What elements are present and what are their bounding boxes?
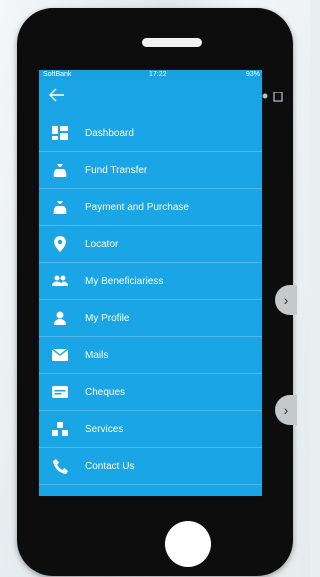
navigation-drawer: Dashboard Fund Transfer Payment and Purc… (39, 80, 262, 496)
app-header-icons[interactable] (262, 91, 284, 105)
phone-screen: SoftBank 17:22 93% Dashboard Fund Transf… (39, 70, 262, 496)
menu-item-label: Services (85, 423, 124, 435)
menu-item-dashboard[interactable]: Dashboard (39, 115, 262, 152)
menu-item-label: Dashboard (85, 127, 134, 139)
status-time: 17:22 (149, 71, 167, 78)
dashboard-icon (52, 125, 68, 141)
menu-item-fund-transfer[interactable]: Fund Transfer (39, 152, 262, 189)
cheque-icon (52, 384, 68, 400)
back-arrow-icon[interactable] (49, 88, 69, 104)
location-pin-icon (52, 236, 68, 252)
mail-icon (52, 347, 68, 363)
menu-item-locator[interactable]: Locator (39, 226, 262, 263)
menu-item-beneficiaries[interactable]: My Beneficiariess (39, 263, 262, 300)
phone-icon (52, 458, 68, 474)
menu-item-contact-us[interactable]: Contact Us (39, 448, 262, 485)
person-icon (52, 310, 68, 326)
menu-item-services[interactable]: Services (39, 411, 262, 448)
menu-item-cheques[interactable]: Cheques (39, 374, 262, 411)
drawer-menu: Dashboard Fund Transfer Payment and Purc… (39, 115, 262, 485)
menu-item-profile[interactable]: My Profile (39, 300, 262, 337)
services-icon (52, 421, 68, 437)
people-icon (52, 273, 68, 289)
menu-item-label: Fund Transfer (85, 164, 148, 176)
menu-item-label: Cheques (85, 386, 126, 398)
speaker-slot (142, 38, 202, 47)
menu-item-payment-purchase[interactable]: Payment and Purchase (39, 189, 262, 226)
money-bag-icon (52, 162, 68, 178)
menu-item-label: My Profile (85, 312, 130, 324)
menu-item-label: Locator (85, 238, 119, 250)
home-button[interactable] (165, 521, 211, 567)
money-bag-icon (52, 199, 68, 215)
menu-item-mails[interactable]: Mails (39, 337, 262, 374)
menu-item-label: Mails (85, 349, 109, 361)
status-bar: SoftBank 17:22 93% (39, 70, 262, 80)
carrier-label: SoftBank (43, 71, 72, 78)
menu-item-label: Contact Us (85, 460, 135, 472)
chevron-right-icon[interactable]: › (275, 395, 297, 425)
battery-level: 93% (245, 71, 260, 78)
menu-item-label: Payment and Purchase (85, 201, 189, 213)
chevron-right-icon[interactable]: › (275, 285, 297, 315)
menu-item-label: My Beneficiariess (85, 275, 164, 287)
